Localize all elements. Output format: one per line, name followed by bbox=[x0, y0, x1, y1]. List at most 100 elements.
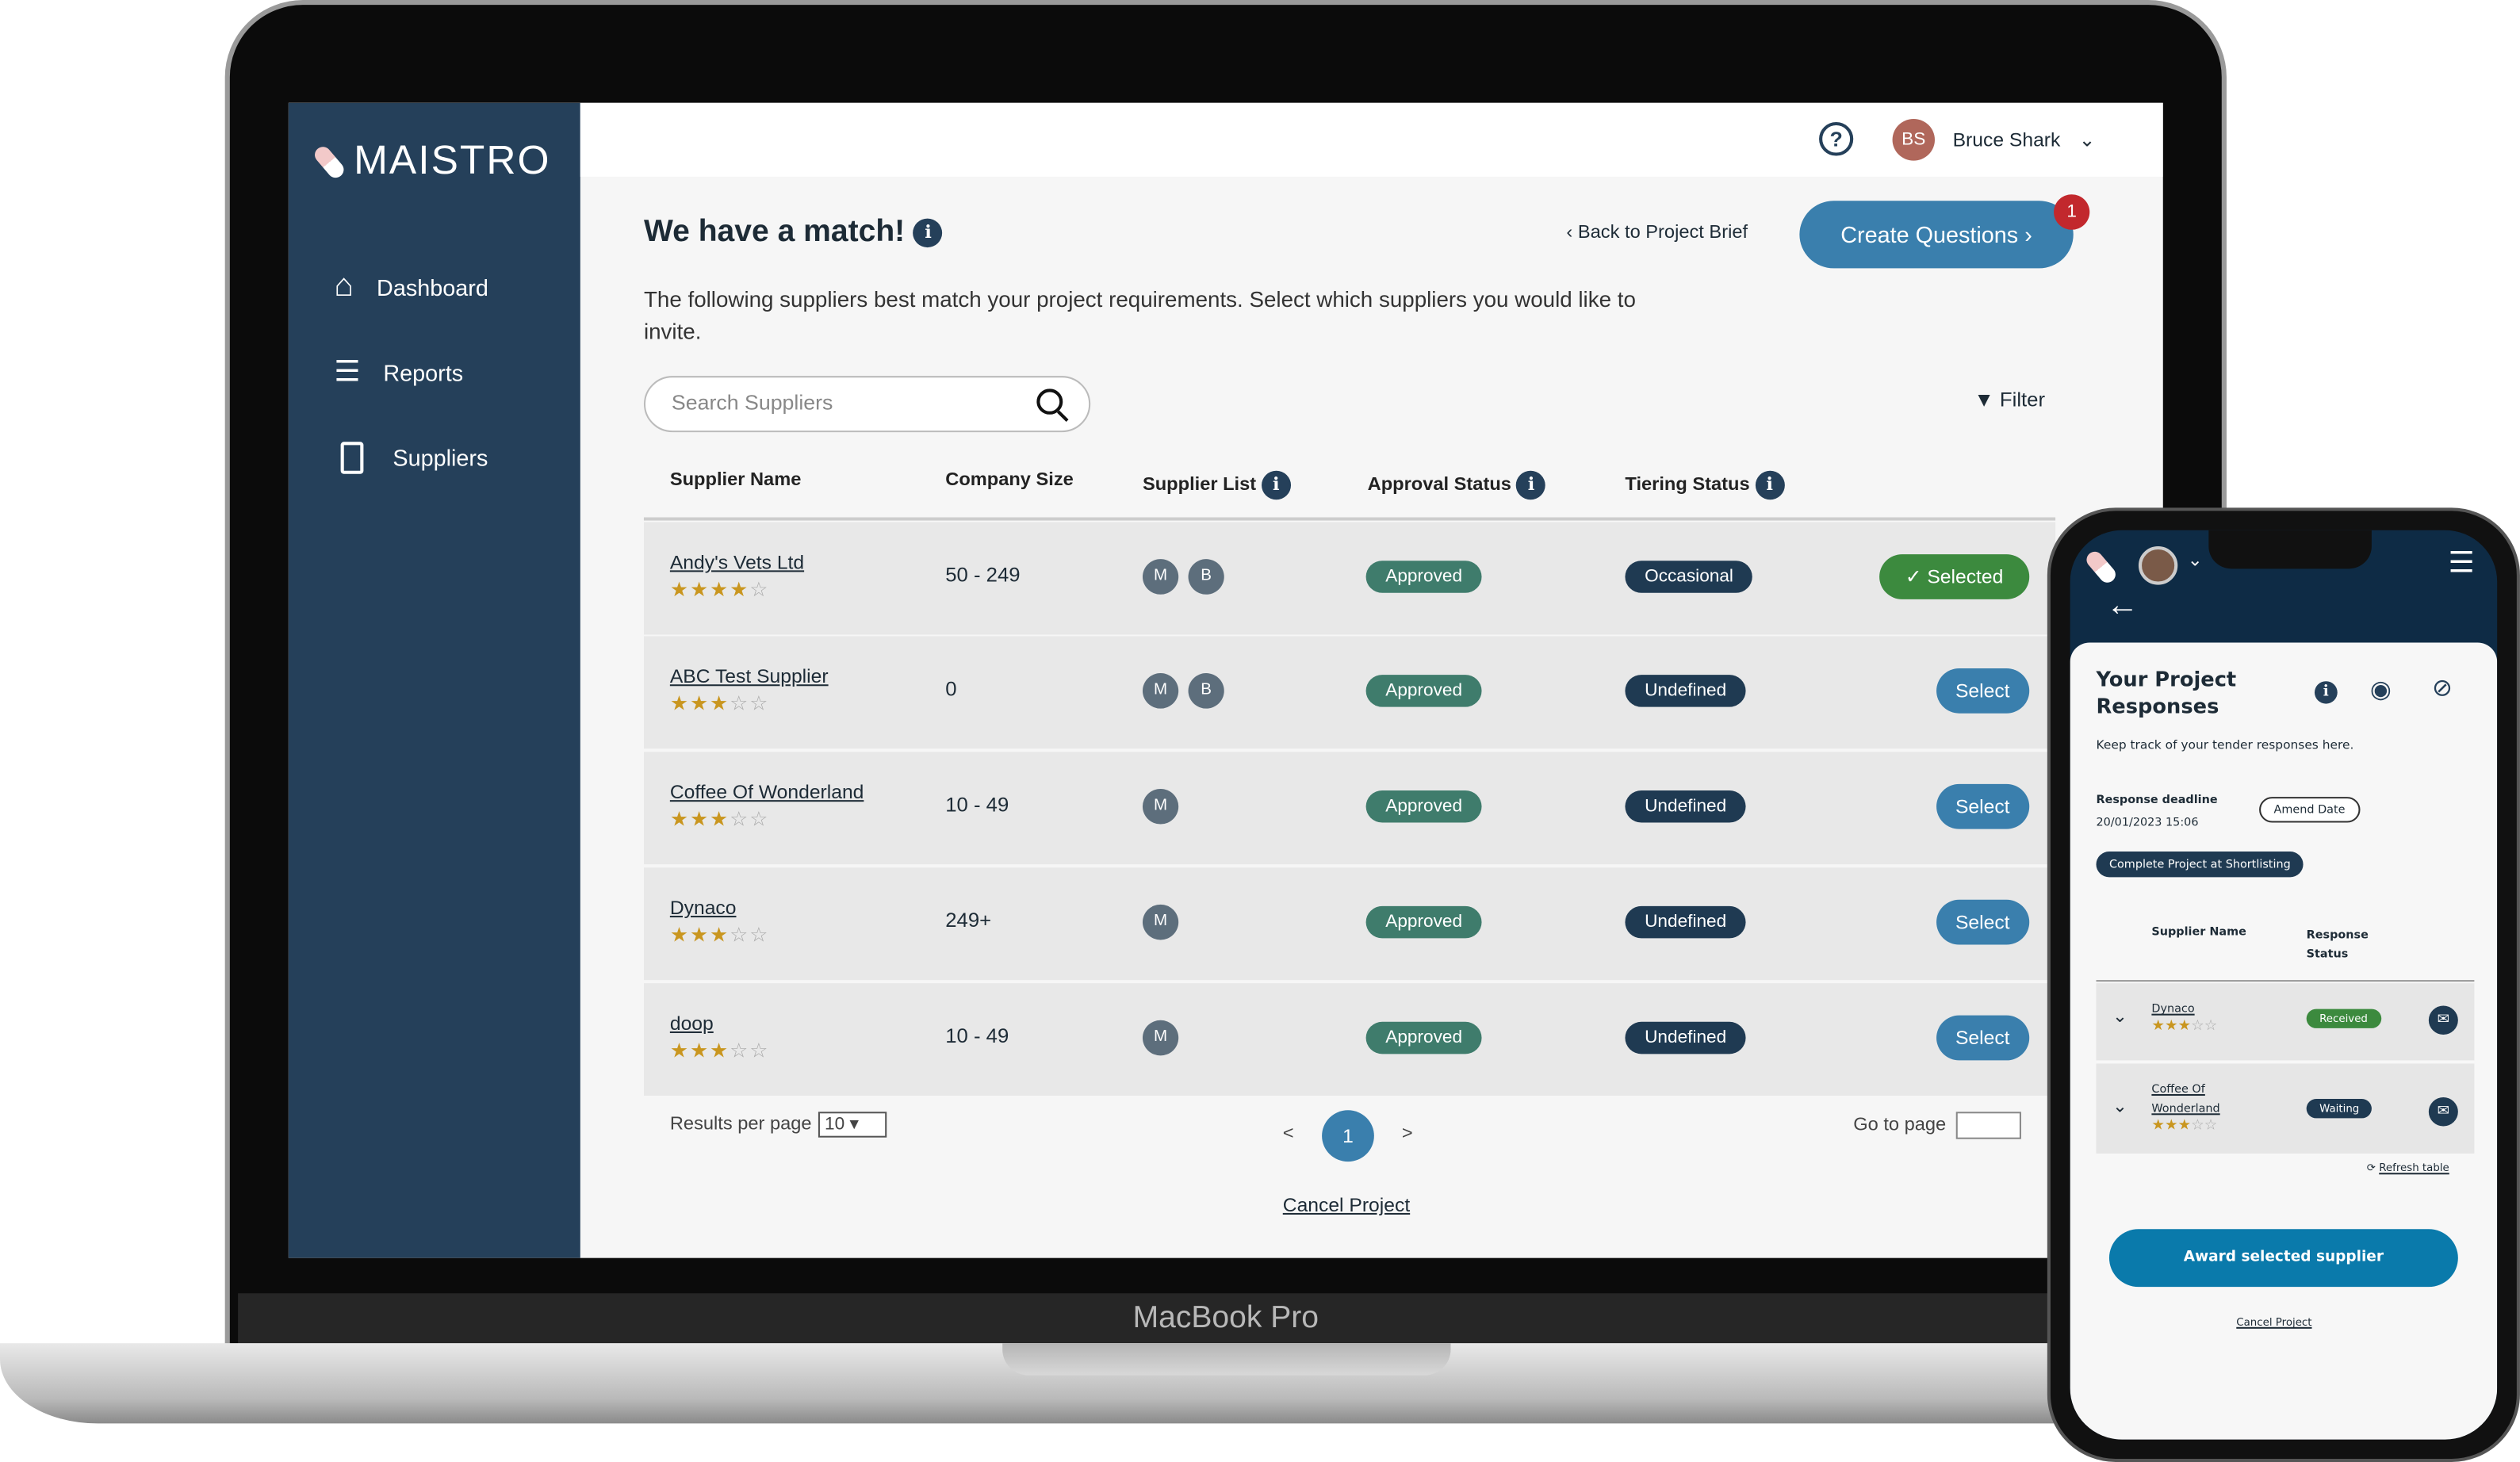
sidebar-item-dashboard[interactable]: ⌂ Dashboard bbox=[334, 268, 488, 305]
column-header-approval-status[interactable]: Approval Status i bbox=[1367, 470, 1546, 500]
search-icon[interactable] bbox=[1036, 388, 1063, 415]
phone-notch bbox=[2208, 530, 2372, 569]
sidebar-item-suppliers[interactable]: Suppliers bbox=[334, 442, 488, 474]
deadline-label: Response deadline bbox=[2096, 794, 2218, 807]
complete-project-button[interactable]: Complete Project at Shortlisting bbox=[2096, 851, 2304, 878]
info-icon[interactable]: i bbox=[913, 218, 944, 248]
cancel-project-link[interactable]: Cancel Project bbox=[1283, 1194, 1410, 1216]
go-to-page-input[interactable] bbox=[1955, 1112, 2021, 1139]
results-per-page-select[interactable]: 10 ▾ bbox=[818, 1112, 887, 1138]
supplier-lists: MB bbox=[1142, 559, 1234, 595]
filter-button[interactable]: ▼ Filter bbox=[1974, 388, 2045, 411]
info-icon[interactable]: i bbox=[1516, 470, 1546, 500]
description: The following suppliers best match your … bbox=[643, 287, 1636, 344]
info-icon[interactable]: i bbox=[1755, 470, 1785, 500]
search-input[interactable]: Search Suppliers bbox=[643, 376, 1091, 433]
user-menu[interactable]: Bruce Shark ⌄ bbox=[1953, 128, 2096, 151]
results-per-page: Results per page 10 ▾ bbox=[670, 1112, 887, 1138]
column-header-supplier-name[interactable]: Supplier Name bbox=[670, 471, 802, 490]
supplier-link[interactable]: ABC Test Supplier bbox=[670, 665, 829, 687]
next-page-button[interactable]: > bbox=[1402, 1124, 1413, 1143]
award-supplier-button[interactable]: Award selected supplier bbox=[2108, 1229, 2458, 1288]
column-header-supplier-list[interactable]: Supplier List i bbox=[1142, 470, 1291, 500]
supplier-list-chip: M bbox=[1142, 559, 1179, 595]
select-button[interactable]: Select bbox=[1936, 1015, 2030, 1061]
create-questions-button[interactable]: Create Questions › bbox=[1799, 201, 2074, 269]
star-rating: ★★★☆☆ bbox=[2151, 1118, 2218, 1135]
reports-icon: ☰ bbox=[334, 354, 361, 388]
approval-badge: Approved bbox=[1365, 790, 1482, 823]
supplier-list-chip: B bbox=[1188, 559, 1224, 595]
prev-page-button[interactable]: < bbox=[1283, 1124, 1294, 1143]
chevron-down-icon[interactable]: ⌄ bbox=[2188, 549, 2203, 570]
supplier-link[interactable]: Coffee Of Wonderland bbox=[670, 781, 864, 803]
column-header-response-status: Response Status bbox=[2306, 928, 2369, 961]
supplier-link[interactable]: Dynaco bbox=[670, 897, 737, 919]
approval-badge: Approved bbox=[1365, 1021, 1482, 1054]
expand-chevron-icon[interactable]: ⌄ bbox=[2112, 1096, 2127, 1116]
tiering-badge: Undefined bbox=[1625, 790, 1746, 823]
header-label: Supplier List bbox=[1142, 475, 1257, 496]
button-label: Selected bbox=[1927, 565, 2004, 588]
table-row: Coffee Of Wonderland ★★★☆☆ 10 - 49 M App… bbox=[643, 752, 2056, 865]
supplier-link[interactable]: Dynaco bbox=[2151, 1002, 2194, 1015]
select-button[interactable]: Select bbox=[1936, 668, 2030, 714]
go-to-page-label: Go to page bbox=[1853, 1116, 1947, 1135]
selected-button[interactable]: ✓ Selected bbox=[1879, 554, 2030, 599]
expand-chevron-icon[interactable]: ⌄ bbox=[2112, 1006, 2127, 1027]
avatar[interactable] bbox=[2138, 545, 2178, 585]
refresh-table-link[interactable]: ⟳ Refresh table bbox=[2367, 1162, 2449, 1174]
company-size: 10 - 49 bbox=[945, 1024, 1009, 1048]
header-label: Tiering Status bbox=[1625, 475, 1750, 496]
filter-label: Filter bbox=[1999, 388, 2046, 411]
mail-icon[interactable]: ✉ bbox=[2428, 1005, 2458, 1035]
header-label: Approval Status bbox=[1367, 475, 1511, 496]
company-size: 249+ bbox=[945, 909, 992, 932]
column-header-supplier-name: Supplier Name bbox=[2151, 925, 2246, 939]
avatar[interactable]: BS bbox=[1892, 118, 1935, 161]
supplier-lists: MB bbox=[1142, 673, 1234, 709]
cancel-project-link[interactable]: Cancel Project bbox=[2236, 1316, 2311, 1329]
help-icon[interactable]: ? bbox=[1819, 122, 1854, 156]
laptop-label: MacBook Pro bbox=[238, 1293, 2214, 1345]
supplier-lists: M bbox=[1142, 788, 1189, 825]
page-1-button[interactable]: 1 bbox=[1322, 1110, 1374, 1162]
tiering-badge: Undefined bbox=[1625, 905, 1746, 939]
amend-date-button[interactable]: Amend Date bbox=[2259, 797, 2360, 823]
supplier-link[interactable]: Coffee Of Wonderland bbox=[2151, 1080, 2265, 1119]
brand-name: MAISTRO bbox=[354, 138, 551, 184]
info-icon[interactable]: i bbox=[2314, 681, 2338, 704]
star-rating: ★★★☆☆ bbox=[669, 1039, 770, 1062]
star-rating: ★★★☆☆ bbox=[669, 808, 770, 831]
menu-icon[interactable]: ☰ bbox=[2449, 546, 2475, 580]
button-label: Select bbox=[1955, 795, 2010, 818]
response-row: ⌄ Dynaco ★★★☆☆ Received ✉ bbox=[2096, 983, 2475, 1061]
status-badge: Waiting bbox=[2306, 1099, 2373, 1119]
tiering-badge: Undefined bbox=[1625, 1021, 1746, 1054]
star-rating: ★★★☆☆ bbox=[669, 692, 770, 715]
star-rating: ★★★☆☆ bbox=[2151, 1018, 2218, 1035]
column-header-tiering-status[interactable]: Tiering Status i bbox=[1625, 470, 1785, 500]
supplier-lists: M bbox=[1142, 1020, 1189, 1056]
info-icon[interactable]: i bbox=[1261, 470, 1291, 500]
mail-icon[interactable]: ✉ bbox=[2428, 1097, 2458, 1127]
cancel-icon[interactable]: ⊘ bbox=[2432, 673, 2453, 702]
supplier-link[interactable]: Andy's Vets Ltd bbox=[670, 551, 804, 573]
back-to-project-brief-link[interactable]: ‹ Back to Project Brief bbox=[1566, 224, 1748, 243]
select-button[interactable]: Select bbox=[1936, 783, 2030, 829]
home-icon: ⌂ bbox=[334, 268, 354, 304]
column-header-company-size[interactable]: Company Size bbox=[945, 471, 1074, 490]
eye-icon[interactable]: ◉ bbox=[2370, 675, 2392, 703]
sidebar-item-label: Dashboard bbox=[377, 274, 488, 300]
select-button[interactable]: Select bbox=[1936, 899, 2030, 945]
company-size: 10 - 49 bbox=[945, 794, 1009, 817]
supplier-link[interactable]: doop bbox=[670, 1012, 714, 1035]
button-label: Select bbox=[1955, 910, 2010, 934]
back-arrow-icon[interactable]: ← bbox=[2106, 588, 2139, 626]
sidebar-item-label: Reports bbox=[383, 358, 464, 385]
page-title-text: We have a match! bbox=[643, 215, 906, 250]
supplier-list-chip: M bbox=[1142, 1020, 1179, 1056]
card-title: Your Project Responses bbox=[2096, 666, 2237, 718]
sidebar-item-label: Suppliers bbox=[393, 445, 488, 471]
sidebar-item-reports[interactable]: ☰ Reports bbox=[334, 355, 463, 389]
